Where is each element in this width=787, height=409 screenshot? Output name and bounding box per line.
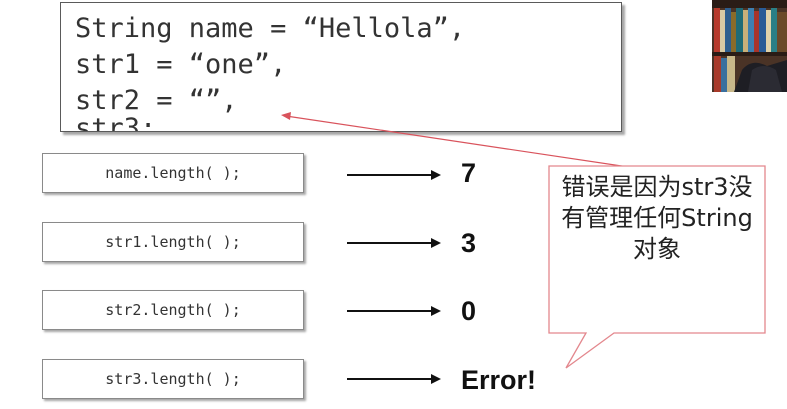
code-line-4: str3; bbox=[75, 113, 157, 132]
right-arrow-icon bbox=[347, 374, 441, 384]
method-box-name-length: name.length( ); bbox=[42, 153, 304, 193]
method-call-text: name.length( ); bbox=[105, 164, 241, 182]
method-box-str3-length: str3.length( ); bbox=[42, 359, 304, 399]
result-value: 3 bbox=[461, 228, 477, 258]
code-line-1: String name = “Hellola”, bbox=[75, 13, 466, 44]
right-arrow-icon bbox=[347, 238, 441, 248]
code-line-2: str1 = “one”, bbox=[75, 49, 287, 80]
slide-canvas: String name = “Hellola”, str1 = “one”, s… bbox=[0, 0, 787, 409]
method-box-str2-length: str2.length( ); bbox=[42, 290, 304, 330]
code-line-3: str2 = “”, bbox=[75, 85, 238, 116]
method-call-text: str1.length( ); bbox=[105, 233, 241, 251]
bookshelf-photo-icon bbox=[712, 0, 787, 92]
result-value: 0 bbox=[461, 296, 477, 326]
result-error: Error! bbox=[461, 365, 537, 395]
method-box-str1-length: str1.length( ); bbox=[42, 222, 304, 262]
bookshelf-photo-thumbnail bbox=[712, 0, 787, 92]
result-value: 7 bbox=[461, 158, 477, 188]
code-snippet-box: String name = “Hellola”, str1 = “one”, s… bbox=[60, 2, 622, 132]
callout-text: 错误是因为str3没有管理任何String对象 bbox=[561, 173, 753, 263]
right-arrow-icon bbox=[347, 306, 441, 316]
method-call-text: str2.length( ); bbox=[105, 301, 241, 319]
right-arrow-icon bbox=[347, 170, 441, 180]
method-call-text: str3.length( ); bbox=[105, 370, 241, 388]
